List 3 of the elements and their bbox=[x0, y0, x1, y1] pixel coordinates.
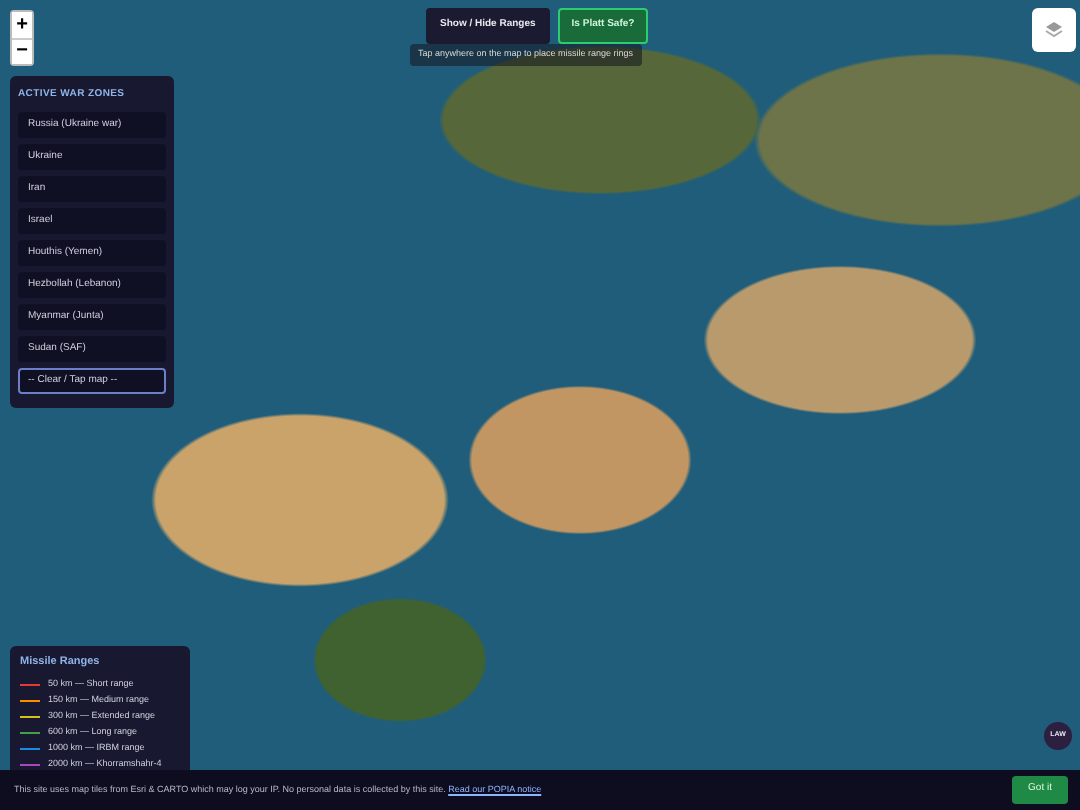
zoom-out-button[interactable]: − bbox=[12, 38, 32, 64]
layers-icon bbox=[1044, 20, 1064, 40]
layers-button[interactable] bbox=[1032, 8, 1076, 52]
